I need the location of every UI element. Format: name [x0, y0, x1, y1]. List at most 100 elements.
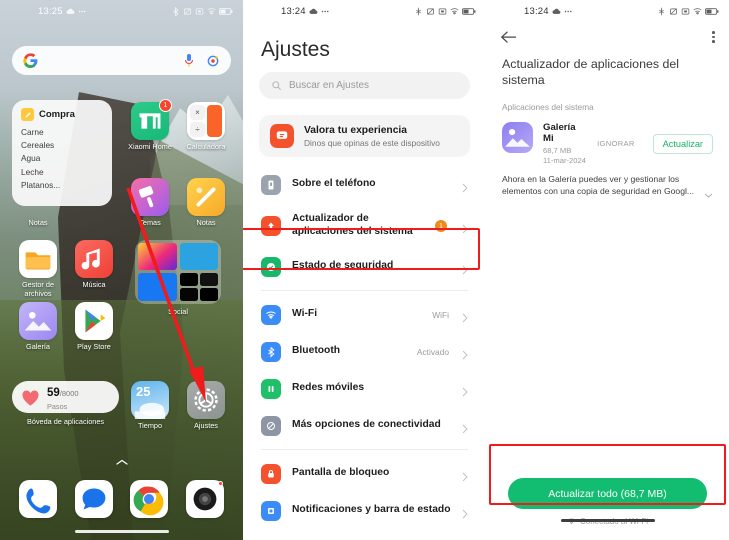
google-lens-icon[interactable]: [206, 54, 220, 68]
app-label: Notas: [196, 218, 216, 227]
wifi-icon: [261, 304, 281, 325]
screenshot-stage: 13:25 Compra Carne Cereales Agua Leche P…: [0, 0, 729, 540]
chevron-right-icon: [462, 221, 468, 233]
status-bar-updater: 13:24: [486, 0, 729, 22]
wifi-icon: [693, 7, 702, 16]
chevron-down-icon[interactable]: [704, 189, 713, 198]
status-time: 13:24: [524, 5, 549, 17]
overflow-menu-icon[interactable]: [712, 30, 715, 44]
heart-icon: [21, 389, 40, 406]
page-title: Ajustes: [261, 38, 330, 61]
settings-item-mobile-networks[interactable]: Redes móviles: [243, 370, 486, 407]
chevron-right-icon: [462, 347, 468, 359]
app-update-row: Galería Mi 68,7 MB 11-mar-2024 IGNORAR A…: [486, 118, 729, 165]
app-xiaomi-home[interactable]: 1 Xiaomi Home: [124, 99, 176, 152]
cloud-icon: [66, 7, 75, 16]
app-notas-2[interactable]: Notas: [180, 178, 232, 228]
dock: [0, 480, 243, 518]
phone-icon[interactable]: [18, 480, 57, 518]
settings-item-wifi[interactable]: Wi-Fi WiFi: [243, 296, 486, 333]
search-input[interactable]: Buscar en Ajustes: [259, 72, 470, 99]
wifi-icon: [207, 7, 216, 16]
settings-item-label: Bluetooth: [292, 345, 341, 357]
rate-subtitle: Dinos que opinas de este dispositivo: [304, 137, 440, 148]
steps-goal: /8000: [59, 389, 79, 398]
updater-panel: 13:24 Actualizador de aplicaciones del s…: [486, 0, 729, 540]
calculator-icon: × ÷: [187, 102, 225, 140]
search-icon: [271, 80, 282, 91]
bluetooth-icon: [261, 341, 281, 362]
list-item: Carne: [21, 127, 44, 137]
phone-info-icon: [261, 174, 281, 195]
settings-item-label: Pantalla de bloqueo: [292, 467, 390, 479]
notifications-icon: [261, 500, 281, 521]
update-all-button[interactable]: Actualizar todo (68,7 MB): [508, 478, 707, 509]
camera-icon[interactable]: [186, 480, 225, 518]
rate-experience-card[interactable]: Valora tu experiencia Dinos que opinas d…: [259, 115, 470, 157]
app-calculadora[interactable]: × ÷ Calculadora: [180, 102, 232, 152]
navigation-pill: [74, 529, 169, 533]
battery-icon: [705, 7, 719, 16]
chevron-right-icon: [462, 262, 468, 274]
chevron-right-icon: [462, 310, 468, 322]
settings-item-bluetooth[interactable]: Bluetooth Activado: [243, 333, 486, 370]
bluetooth-icon: [414, 7, 423, 16]
connectivity-icon: [261, 415, 281, 436]
chevron-up-icon[interactable]: [115, 452, 128, 465]
folder-label: Social: [168, 307, 188, 316]
app-notas-1[interactable]: Notas: [12, 178, 64, 228]
settings-item-label: Estado de seguridad: [292, 260, 394, 272]
file-manager-icon: [19, 240, 57, 278]
silent-icon: [426, 7, 435, 16]
mic-icon[interactable]: [183, 53, 195, 68]
messages-icon[interactable]: [74, 480, 113, 518]
badge-count: 1: [159, 99, 172, 112]
battery-icon: [462, 7, 476, 16]
gallery-app-icon: [502, 122, 533, 153]
app-gestor-archivos[interactable]: Gestor de archivos: [12, 240, 64, 298]
settings-item-more-connectivity[interactable]: Más opciones de conectividad: [243, 407, 486, 444]
xiaomi-home-icon: 1: [131, 99, 172, 140]
app-name: Galería Mi: [543, 122, 576, 144]
settings-item-security-status[interactable]: Estado de seguridad: [243, 248, 486, 285]
security-icon: [261, 256, 281, 277]
settings-item-label: Redes móviles: [292, 382, 365, 394]
settings-item-system-app-updater[interactable]: Actualizador de aplicaciones del sistema…: [243, 203, 486, 248]
chrome-icon[interactable]: [130, 480, 169, 518]
cloud-icon: [552, 7, 561, 16]
steps-label: Pasos: [47, 402, 68, 411]
silent-icon: [669, 7, 678, 16]
app-size: 68,7 MB: [543, 146, 572, 155]
app-tiempo[interactable]: 25 Tiempo: [124, 381, 176, 431]
chevron-right-icon: [462, 506, 468, 518]
list-item: Leche: [21, 166, 44, 177]
status-bar-settings: 13:24: [243, 0, 486, 22]
weather-icon: 25: [131, 381, 169, 419]
health-widget[interactable]: 59/8000 Pasos: [12, 381, 119, 413]
app-label: Galería: [26, 342, 50, 351]
app-date: 11-mar-2024: [543, 156, 586, 165]
google-search-bar[interactable]: [12, 46, 231, 75]
app-galeria[interactable]: Galería: [12, 302, 64, 352]
app-musica[interactable]: Música: [68, 240, 120, 290]
screenshot-icon: [438, 7, 447, 16]
page-title: Actualizador de aplicaciones del sistema: [502, 57, 680, 87]
settings-item-label: Actualizador de aplicaciones del sistema: [292, 213, 413, 237]
list-item: Agua: [21, 153, 41, 164]
folder-social[interactable]: Social: [132, 240, 224, 316]
settings-item-about-phone[interactable]: Sobre el teléfono: [243, 166, 486, 203]
settings-panel: 13:24 Ajustes Buscar en Ajustes Valora t…: [243, 0, 486, 540]
settings-item-notifications[interactable]: Notificaciones y barra de estado: [243, 492, 486, 529]
update-button[interactable]: Actualizar: [652, 133, 713, 154]
app-temas[interactable]: Temas: [124, 178, 176, 228]
back-arrow-icon[interactable]: [500, 30, 517, 44]
status-bar-home: 13:25: [0, 0, 243, 22]
updater-top-bar: [486, 22, 729, 48]
status-time: 13:24: [281, 5, 306, 17]
app-ajustes[interactable]: Ajustes: [180, 381, 232, 431]
settings-item-lock-screen[interactable]: Pantalla de bloqueo: [243, 455, 486, 492]
silent-icon: [183, 7, 192, 16]
app-play-store[interactable]: Play Store: [68, 302, 120, 352]
app-label: Calculadora: [186, 142, 226, 151]
ignore-button[interactable]: IGNORAR: [597, 139, 635, 148]
